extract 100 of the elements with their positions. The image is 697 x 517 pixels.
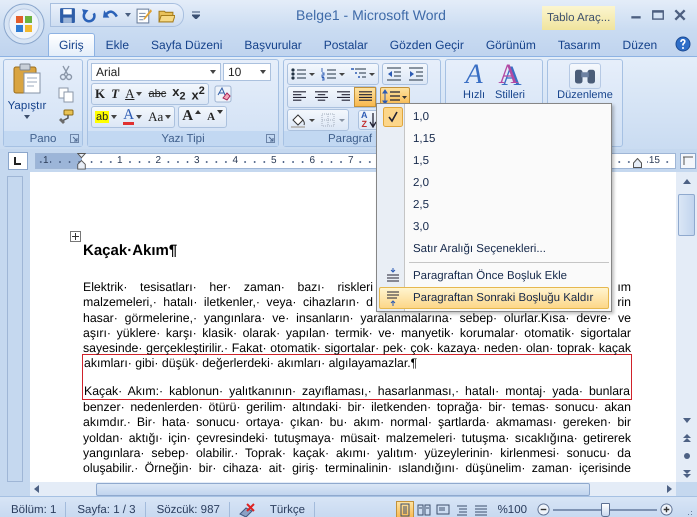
window-title: Belge1 - Microsoft Word [295,7,447,23]
space-after-icon [385,290,401,306]
dialog-launcher-icon[interactable] [266,134,275,143]
view-icon [398,502,412,516]
caret-icon[interactable] [125,13,131,17]
help-icon[interactable] [675,36,691,52]
tab-selector-icon[interactable] [8,152,28,170]
editing-button[interactable]: Düzenleme [557,61,613,101]
font-format-button[interactable]: x$^{2}$ [188,84,208,104]
caret-icon [136,92,142,96]
document-heading: Kaçak·Akım¶ [83,241,178,261]
scroll-thumb[interactable] [96,482,590,496]
alignment-icon [336,90,350,103]
proofing-icon[interactable] [238,502,256,517]
font-size-field[interactable]: 10 [223,63,271,81]
caret-icon [210,70,216,74]
line-spacing-option[interactable]: 2,0 [379,172,609,194]
section-indicator: Bölüm: 1 [0,502,66,517]
view-button[interactable] [396,500,414,517]
caret-icon [260,70,266,74]
ribbon-tab[interactable]: Başvurular [233,33,313,56]
ribbon-tab[interactable]: Düzen [612,33,668,56]
group-label: Paragraf [328,132,372,144]
line-spacing-option[interactable]: 1,15 [379,128,609,150]
maximize-icon[interactable] [651,8,665,22]
font-format-button[interactable]: T [108,84,122,104]
format-painter-icon[interactable] [58,109,74,125]
font-format-button[interactable]: A [122,84,146,104]
view-icon [416,502,431,516]
copy-icon[interactable] [58,87,74,103]
ribbon-tab[interactable]: Ekle [94,33,140,56]
body-text-line: Elektrik· tesisatları· her· zaman· bazı· riskleri [83,280,373,296]
styles-button[interactable]: A Stilleri [495,61,525,101]
font-effect-button[interactable]: ab [92,106,120,126]
group-label: Yazı Tipi [161,132,205,144]
view-ruler-icon[interactable] [680,153,696,169]
font-effect-button[interactable]: A [120,106,146,126]
line-spacing-option[interactable]: 2,5 [379,194,609,216]
word-count: Sözcük: 987 [146,502,230,517]
font-family-field[interactable]: Arial [91,63,221,81]
zoom-in-icon[interactable] [660,503,673,516]
line-spacing-icon [382,88,408,104]
view-icon [454,502,469,516]
zoom-slider-thumb[interactable] [601,502,610,516]
view-icon [436,502,450,516]
binoculars-icon [568,63,601,89]
scissors-icon[interactable] [58,65,74,81]
body-text-line: hasar· görmelerine,· yangınlara· ve· insanların· yaralanmalarına· sebep· olurlar.Kısa· devre· ve [83,310,631,326]
down-arrow-icon [368,112,376,128]
context-tab-header: Tablo Araç... [542,6,615,30]
align-button[interactable] [354,86,376,106]
scroll-thumb[interactable] [678,194,695,236]
ribbon-tab[interactable]: Sayfa Düzeni [140,33,234,56]
font-format-button[interactable]: x$_{2}$ [169,84,188,104]
caret-down-icon [217,110,224,114]
menu-item[interactable]: Satır Aralığı Seçenekleri... [379,238,609,260]
line-spacing-option[interactable]: 1,0 [379,106,609,128]
styles-button[interactable]: A Hızlı [463,61,486,101]
font-size-button[interactable]: A [204,106,226,126]
ribbon-tab[interactable]: Postalar [312,33,379,56]
space-before-icon [385,268,401,284]
menu-item[interactable]: Paragraftan Sonraki Boşluğu Kaldır [379,287,609,309]
paste-button[interactable]: Yapıştır [4,60,50,119]
body-text-line: aşırı· yüklere· karşı· klasik· olarak· yapılan· termik· ve· manyetik· korumalar· otomatik· sigortalar [83,326,631,342]
language-indicator[interactable]: Türkçe [256,502,316,517]
redo-icon[interactable] [81,6,98,24]
customize-caret-icon[interactable] [192,11,200,19]
clear-formatting-icon[interactable] [214,84,232,102]
indent-marker-icon[interactable] [77,153,86,170]
zoom-out-icon[interactable] [537,503,550,516]
ribbon-tab[interactable]: Tasarım [546,33,612,56]
alignment-icon [358,90,372,103]
ribbon-tab[interactable]: Giriş [48,33,95,56]
checkmark-icon [383,107,403,127]
ribbon-tab[interactable]: Gözden Geçir [378,33,475,56]
page-indicator: Sayfa: 1 / 3 [66,502,146,517]
dialog-launcher-icon[interactable] [70,134,79,143]
table-move-handle-icon[interactable] [70,231,81,242]
line-spacing-option[interactable]: 3,0 [379,216,609,238]
right-indent-marker-icon[interactable] [632,158,642,168]
close-icon[interactable] [673,8,687,22]
save-icon[interactable] [59,6,76,24]
font-format-button[interactable]: K [92,84,108,104]
document-edit-icon[interactable] [136,6,153,24]
body-text-line: rin [617,295,631,311]
ribbon-tab[interactable]: Görünüm [474,33,547,56]
caret-icon [111,114,118,118]
font-effect-button[interactable]: Aa [145,106,174,126]
font-format-button[interactable]: abc [145,84,170,104]
zoom-level[interactable]: %100 [498,504,527,516]
alignment-icon [314,90,328,103]
group-label: Pano [30,132,56,144]
body-text-line: ım [617,280,631,296]
body-text-line: malzemeleri,· hatalı· iletkenler,· veya· cihazların· d [83,295,373,311]
font-size-button[interactable]: A [179,106,204,126]
line-spacing-option[interactable]: 1,5 [379,150,609,172]
body-text-line: akımları· gibi· düşük· değerlerdeki· akımları· algılayamazlar.¶ [84,356,418,372]
caret-up-icon [195,110,202,114]
menu-item[interactable]: Paragraftan Önce Boşluk Ekle [379,265,609,287]
body-text-line: yoldan· aktığı· için· çevresindeki· tutuşmaya· müsait· malzemeleri· tutuşma· sıcaklığına· getirerek [83,430,631,446]
